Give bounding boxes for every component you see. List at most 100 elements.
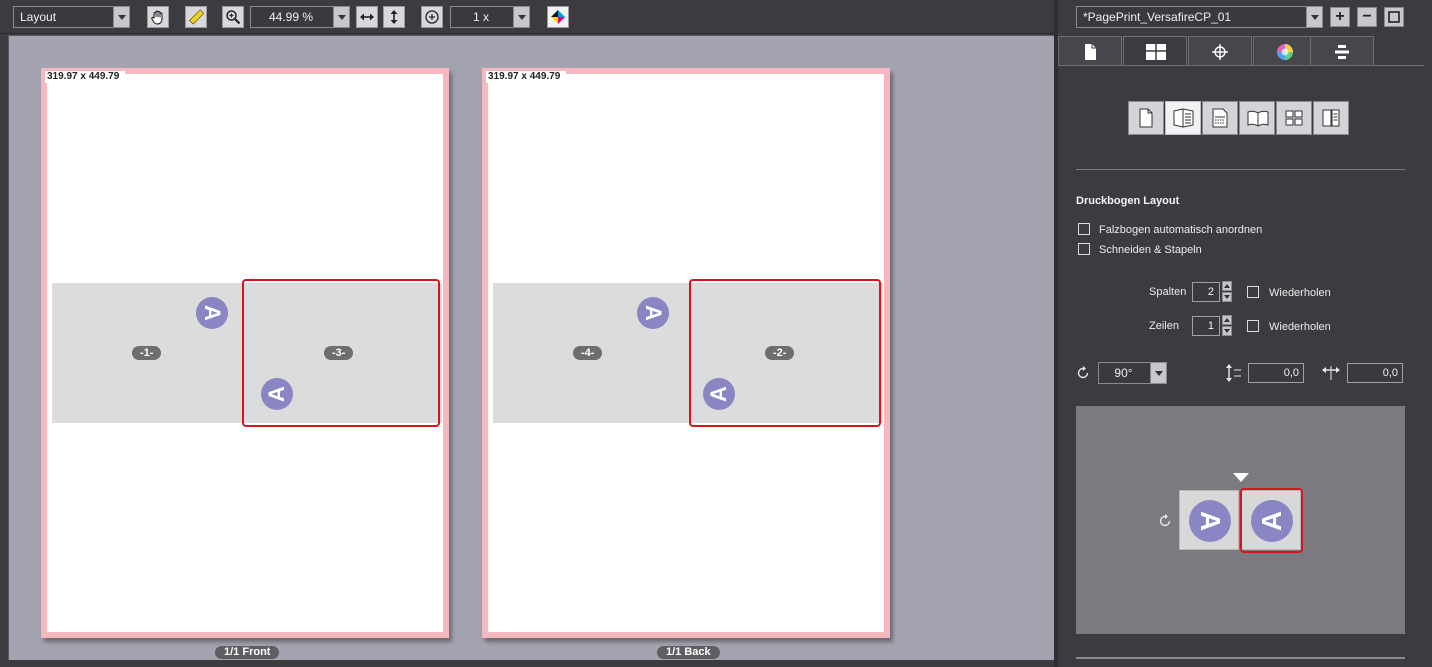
rotate-icon: [1159, 514, 1171, 527]
selected-page-frame[interactable]: [242, 279, 440, 427]
mode-imposition-button[interactable]: [1313, 101, 1349, 135]
fit-width-button[interactable]: [356, 6, 378, 28]
marks-tab-icon: [1212, 44, 1228, 60]
tab-layout[interactable]: [1123, 36, 1187, 66]
chevron-down-icon[interactable]: [513, 7, 529, 27]
preview-selected-frame: [1240, 488, 1303, 553]
columns-input[interactable]: 2: [1192, 282, 1220, 302]
imposition-icon: [1322, 109, 1340, 127]
auto-arrange-label: Falzbogen automatisch anordnen: [1099, 224, 1263, 236]
tab-document[interactable]: [1058, 36, 1122, 66]
horizontal-gap-input[interactable]: 0,0: [1347, 363, 1403, 383]
layout-canvas[interactable]: 319.97 x 449.79 -1- -3- A A 319.97 x 449…: [8, 35, 1054, 660]
mode-single-page-button[interactable]: [1128, 101, 1164, 135]
zoom-in-button[interactable]: [222, 6, 244, 28]
job-select-value: *PagePrint_VersafireCP_01: [1083, 10, 1232, 24]
columns-label: Spalten: [1149, 286, 1187, 298]
layout-tab-icon: [1146, 44, 1166, 60]
tab-align[interactable]: [1310, 36, 1374, 66]
page-label: -4-: [573, 346, 603, 360]
sheet-size-label: 319.97 x 449.79: [486, 71, 567, 83]
rows-decrement[interactable]: [1222, 326, 1232, 336]
main-toolbar: Layout 44.99 % 1 x: [0, 0, 1054, 34]
rotation-value: 90°: [1114, 366, 1133, 380]
mode-select[interactable]: Layout: [13, 6, 130, 28]
panel-bottom-divider: [1076, 657, 1405, 659]
hand-icon: [151, 10, 163, 25]
ruler-tool-button[interactable]: [185, 6, 207, 28]
tab-marks[interactable]: [1188, 36, 1252, 66]
fit-height-icon: [390, 10, 398, 24]
color-tab-icon: [1277, 44, 1293, 60]
vertical-gap-icon: [1226, 364, 1241, 382]
zoom-select[interactable]: 44.99 %: [250, 6, 350, 28]
horizontal-gap-icon: [1322, 366, 1340, 380]
grid-icon: [1285, 110, 1303, 126]
page-label: -1-: [132, 346, 162, 360]
columns-increment[interactable]: [1222, 281, 1232, 291]
mode-select-value: Layout: [20, 10, 57, 24]
single-page-icon: [1139, 108, 1153, 128]
section-title: Druckbogen Layout: [1076, 195, 1180, 207]
rows-repeat-checkbox[interactable]: [1247, 320, 1259, 332]
align-tab-icon: [1335, 45, 1349, 59]
maximize-icon: [1388, 11, 1400, 23]
selected-page-frame[interactable]: [689, 279, 881, 427]
section-divider: [1076, 169, 1405, 170]
preview-orientation-mark: A: [1189, 500, 1231, 542]
color-separation-button[interactable]: [547, 6, 569, 28]
sheet-front[interactable]: 319.97 x 449.79 -1- -3- A A: [41, 68, 449, 638]
preview-page-left[interactable]: A: [1179, 490, 1239, 550]
mode-folding-button[interactable]: [1165, 101, 1201, 135]
layout-preview[interactable]: A A: [1076, 406, 1405, 634]
zoom-in-icon: [226, 10, 241, 25]
tab-divider: [1058, 65, 1424, 66]
step-select[interactable]: 1 x: [450, 6, 530, 28]
fit-width-icon: [360, 13, 374, 21]
hand-tool-button[interactable]: [147, 6, 169, 28]
remove-button[interactable]: −: [1357, 7, 1377, 27]
mode-booklet-stack-button[interactable]: [1202, 101, 1238, 135]
ruler-icon: [189, 9, 204, 25]
chevron-down-icon[interactable]: [333, 7, 349, 27]
rows-increment[interactable]: [1222, 315, 1232, 325]
fit-height-button[interactable]: [383, 6, 405, 28]
sheet-back[interactable]: 319.97 x 449.79 -4- -2- A A: [482, 68, 890, 638]
columns-repeat-label: Wiederholen: [1269, 287, 1331, 299]
job-select[interactable]: *PagePrint_VersafireCP_01: [1076, 6, 1323, 28]
zoom-step-button[interactable]: [421, 6, 443, 28]
triangle-down-icon: [1233, 473, 1249, 482]
rotate-icon: [1077, 366, 1089, 379]
columns-decrement[interactable]: [1222, 292, 1232, 302]
rows-input[interactable]: 1: [1192, 316, 1220, 336]
document-tab-icon: [1085, 44, 1096, 60]
cut-stack-checkbox[interactable]: [1078, 243, 1090, 255]
chevron-down-icon[interactable]: [1150, 363, 1166, 383]
vertical-gap-input[interactable]: 0,0: [1248, 363, 1304, 383]
rows-label: Zeilen: [1149, 320, 1179, 332]
mode-grid-button[interactable]: [1276, 101, 1312, 135]
sheet-front-footer: 1/1 Front: [215, 646, 280, 659]
page-orientation-mark: A: [196, 297, 228, 329]
maximize-button[interactable]: [1384, 7, 1404, 27]
cut-stack-label: Schneiden & Stapeln: [1099, 244, 1202, 256]
rotation-select[interactable]: 90°: [1098, 362, 1167, 384]
booklet-icon: [1247, 110, 1269, 127]
add-button[interactable]: +: [1330, 7, 1350, 27]
folding-icon: [1173, 108, 1194, 128]
zoom-value: 44.99 %: [268, 10, 314, 24]
color-separation-icon: [551, 10, 565, 24]
columns-repeat-checkbox[interactable]: [1247, 286, 1259, 298]
sheet-back-footer: 1/1 Back: [657, 646, 720, 659]
sheet-size-label: 319.97 x 449.79: [45, 71, 126, 83]
step-value: 1 x: [472, 10, 489, 24]
auto-arrange-checkbox[interactable]: [1078, 223, 1090, 235]
page-orientation-mark: A: [637, 297, 669, 329]
rows-repeat-label: Wiederholen: [1269, 321, 1331, 333]
mode-booklet-button[interactable]: [1239, 101, 1275, 135]
tab-color[interactable]: [1253, 36, 1317, 66]
chevron-down-icon[interactable]: [113, 7, 129, 27]
chevron-down-icon[interactable]: [1306, 7, 1322, 27]
zoom-add-icon: [425, 10, 439, 24]
properties-panel: *PagePrint_VersafireCP_01 + − Druckbogen…: [1058, 0, 1432, 667]
